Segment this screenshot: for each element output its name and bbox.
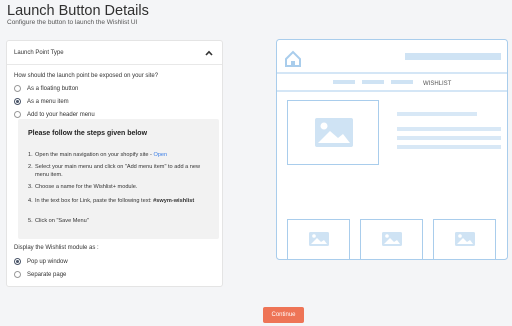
step-item: 1. Open the main navigation on your shop…	[28, 151, 213, 159]
radio-label: As a menu item	[27, 98, 69, 105]
wishlist-preview-illustration: WISHLIST	[276, 39, 508, 260]
open-link[interactable]: Open	[153, 152, 167, 158]
radio-circle-selected[interactable]	[14, 98, 21, 105]
step-text: Choose a name for the Wishlist+ module.	[35, 184, 138, 190]
step-item: 4. In the text box for Link, paste the f…	[28, 197, 213, 205]
radio-separate-page[interactable]: Separate page	[14, 270, 66, 279]
radio-floating-button[interactable]: As a floating button	[14, 84, 78, 93]
preview-header-bar	[405, 53, 501, 60]
step-text: Select your main menu and click on "Add …	[35, 164, 201, 178]
steps-title: Please follow the steps given below	[28, 130, 148, 137]
preview-nav-item	[333, 80, 355, 84]
step-number: 2.	[28, 164, 33, 170]
link-code: #swym-wishlist	[153, 198, 195, 204]
page-title: Launch Button Details	[7, 3, 149, 19]
step-text: Click on "Save Menu"	[35, 218, 89, 224]
step-item: 3. Choose a name for the Wishlist+ modul…	[28, 183, 213, 191]
radio-header-menu[interactable]: Add to your header menu	[14, 110, 95, 119]
step-number: 5.	[28, 218, 33, 224]
preview-wishlist-label: WISHLIST	[423, 81, 452, 87]
chevron-up-icon[interactable]	[205, 50, 213, 56]
step-number: 3.	[28, 184, 33, 190]
launch-point-type-label: Launch Point Type	[14, 50, 64, 56]
radio-circle-selected[interactable]	[14, 258, 21, 265]
preview-text-line	[397, 127, 501, 131]
radio-label: Separate page	[27, 271, 67, 278]
step-text: In the text box for Link, paste the foll…	[35, 198, 154, 204]
step-item: 5. Click on "Save Menu"	[28, 217, 213, 225]
step-number: 1.	[28, 152, 33, 158]
radio-label: Pop up window	[27, 258, 68, 265]
preview-text-line	[397, 112, 477, 116]
preview-text-line	[397, 145, 501, 149]
radio-popup-window[interactable]: Pop up window	[14, 257, 68, 266]
step-item: 2. Select your main menu and click on "A…	[28, 163, 213, 179]
page-subtitle: Configure the button to launch the Wishl…	[7, 19, 138, 26]
radio-label: As a floating button	[27, 85, 79, 92]
steps-box: Please follow the steps given below 1. O…	[18, 119, 219, 239]
preview-text-line	[397, 136, 501, 140]
display-module-question: Display the Wishlist module as :	[14, 245, 99, 251]
continue-button[interactable]: Continue	[263, 307, 304, 323]
image-placeholder-icon	[315, 118, 353, 147]
radio-circle[interactable]	[14, 85, 21, 92]
launch-settings-panel: Launch Point Type How should the launch …	[6, 40, 223, 287]
radio-menu-item[interactable]: As a menu item	[14, 97, 69, 106]
step-text: Open the main navigation on your shopify…	[35, 152, 154, 158]
launch-point-question: How should the launch point be exposed o…	[14, 73, 159, 79]
preview-nav-item	[362, 80, 384, 84]
launch-point-type-header[interactable]: Launch Point Type	[7, 41, 222, 65]
radio-circle[interactable]	[14, 271, 21, 278]
step-number: 4.	[28, 198, 33, 204]
preview-nav-item	[391, 80, 413, 84]
radio-label: Add to your header menu	[27, 111, 95, 118]
radio-circle[interactable]	[14, 111, 21, 118]
